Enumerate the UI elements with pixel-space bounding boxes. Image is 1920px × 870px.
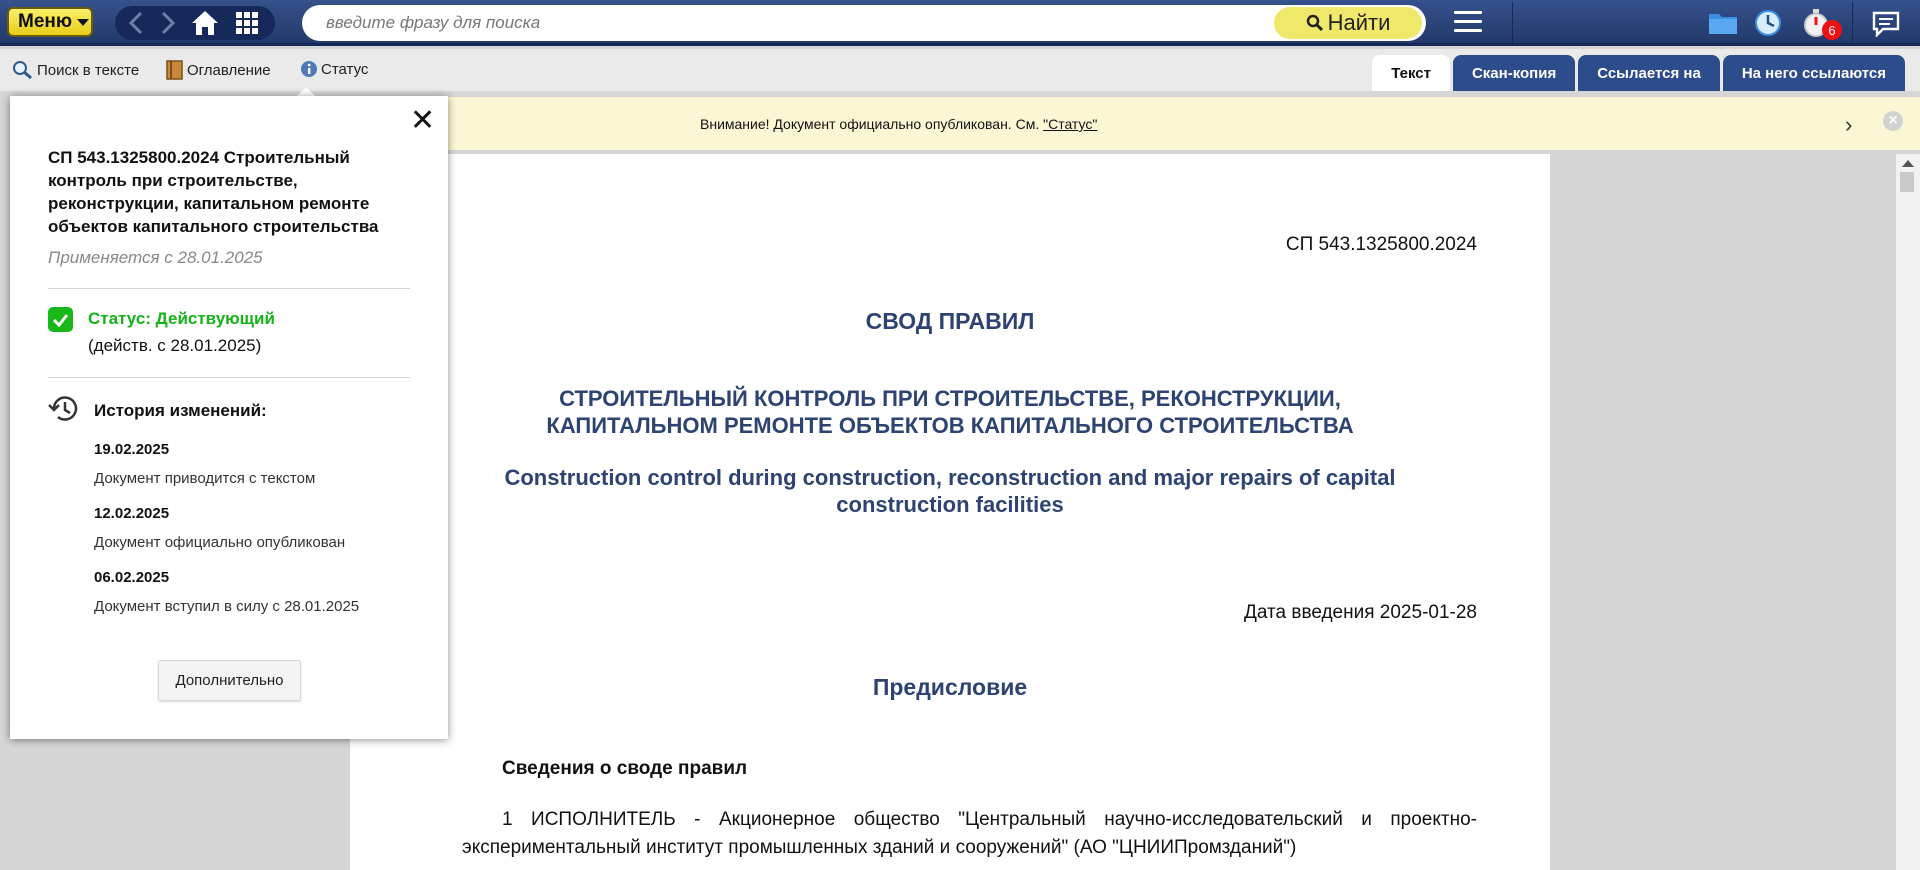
tab-referenced-by[interactable]: На него ссылаются xyxy=(1722,55,1905,91)
top-bar: Меню Найти xyxy=(0,0,1920,46)
home-icon[interactable] xyxy=(188,6,222,40)
scrollbar-thumb[interactable] xyxy=(1900,172,1914,192)
check-icon xyxy=(48,307,73,332)
status-value: Статус: Действующий xyxy=(88,309,275,328)
find-button[interactable]: Найти xyxy=(1274,7,1422,39)
document-body: СП 543.1325800.2024 СВОД ПРАВИЛ СТРОИТЕЛ… xyxy=(350,154,1550,870)
history-date: 06.02.2025 xyxy=(94,569,170,586)
close-notice-icon[interactable]: × xyxy=(1883,111,1903,131)
paragraph-line-2: экспериментальный институт промышленных … xyxy=(462,837,1297,858)
divider xyxy=(48,288,410,289)
search-input[interactable] xyxy=(326,12,1266,34)
caret-down-icon xyxy=(77,18,90,26)
chevron-right-icon[interactable]: › xyxy=(1845,112,1852,138)
hamburger-icon[interactable] xyxy=(1454,11,1482,35)
book-icon xyxy=(166,60,183,80)
folder-icon[interactable] xyxy=(1708,10,1738,36)
back-icon[interactable] xyxy=(123,6,149,40)
document-heading: СВОД ПРАВИЛ xyxy=(865,308,1035,334)
menu-button[interactable]: Меню xyxy=(7,7,93,37)
notification-badge: 6 xyxy=(1822,20,1842,40)
divider xyxy=(1852,2,1853,44)
section-heading: Сведения о своде правил xyxy=(502,758,748,779)
scroll-up-arrow-icon[interactable] xyxy=(1902,160,1914,167)
status-button[interactable]: Статус xyxy=(300,60,368,78)
document-title-en-line-2: construction facilities xyxy=(836,492,1064,517)
search-in-text-button[interactable]: Поиск в тексте xyxy=(12,60,139,80)
contents-label: Оглавление xyxy=(187,61,271,79)
popup-document-title: СП 543.1325800.2024 Строительный контрол… xyxy=(48,148,379,236)
vertical-scrollbar[interactable] xyxy=(1896,154,1920,870)
more-button[interactable]: Дополнительно xyxy=(158,660,301,701)
clock-icon[interactable] xyxy=(1754,9,1782,37)
notice-message: Внимание! Документ официально опубликова… xyxy=(700,116,1044,132)
tab-references[interactable]: Ссылается на xyxy=(1578,55,1720,91)
introduction-date: Дата введения 2025-01-28 xyxy=(1244,602,1477,623)
applies-since: Применяется с 28.01.2025 xyxy=(48,248,263,267)
notice-text: Внимание! Документ официально опубликова… xyxy=(700,116,1097,132)
paragraph-line-1: 1 ИСПОЛНИТЕЛЬ - Акционерное общество "Це… xyxy=(502,809,1477,830)
feedback-chat-icon[interactable] xyxy=(1872,11,1900,37)
magnifier-icon xyxy=(13,61,32,80)
find-button-label: Найти xyxy=(1327,10,1391,35)
history-text: Документ официально опубликован xyxy=(94,534,346,551)
tab-scan-copy[interactable]: Скан-копия xyxy=(1452,55,1576,91)
foreword-heading: Предисловие xyxy=(872,674,1028,700)
search-in-text-label: Поиск в тексте xyxy=(37,61,140,79)
document-title-line-1: СТРОИТЕЛЬНЫЙ КОНТРОЛЬ ПРИ СТРОИТЕЛЬСТВЕ,… xyxy=(559,386,1341,411)
apps-grid-icon[interactable] xyxy=(230,6,264,40)
status-popup: ✕ СП 543.1325800.2024 Строительный контр… xyxy=(10,96,448,739)
info-icon xyxy=(301,61,317,77)
document-tabs: Текст Скан-копия Ссылается на На него сс… xyxy=(1372,55,1905,91)
menu-button-label: Меню xyxy=(18,11,73,32)
history-text: Документ вступил в силу с 28.01.2025 xyxy=(94,598,360,615)
forward-icon[interactable] xyxy=(155,6,181,40)
status-since: (действ. с 28.01.2025) xyxy=(88,336,262,355)
contents-button[interactable]: Оглавление xyxy=(166,60,271,80)
document-toolbar: Поиск в тексте Оглавление Статус Текст С… xyxy=(0,49,1920,91)
search-box: Найти xyxy=(302,5,1426,41)
close-icon[interactable]: ✕ xyxy=(410,106,435,136)
status-label: Статус xyxy=(321,60,369,78)
history-date: 12.02.2025 xyxy=(94,505,170,522)
notice-status-link[interactable]: "Статус" xyxy=(1043,116,1097,132)
history-date: 19.02.2025 xyxy=(94,441,170,458)
document-title-en-line-1: Construction control during construction… xyxy=(504,465,1396,490)
document-title-line-2: КАПИТАЛЬНОМ РЕМОНТЕ ОБЪЕКТОВ КАПИТАЛЬНОГ… xyxy=(546,413,1354,438)
divider xyxy=(48,377,410,378)
search-icon xyxy=(1306,14,1323,32)
divider xyxy=(1512,2,1513,44)
history-icon xyxy=(48,396,78,421)
publication-notice: Внимание! Документ официально опубликова… xyxy=(360,97,1920,150)
history-text: Документ приводится с текстом xyxy=(94,470,316,487)
history-title: История изменений: xyxy=(94,401,267,420)
nav-group xyxy=(115,6,275,40)
document-code: СП 543.1325800.2024 xyxy=(1285,234,1477,255)
tab-text[interactable]: Текст xyxy=(1372,55,1450,91)
